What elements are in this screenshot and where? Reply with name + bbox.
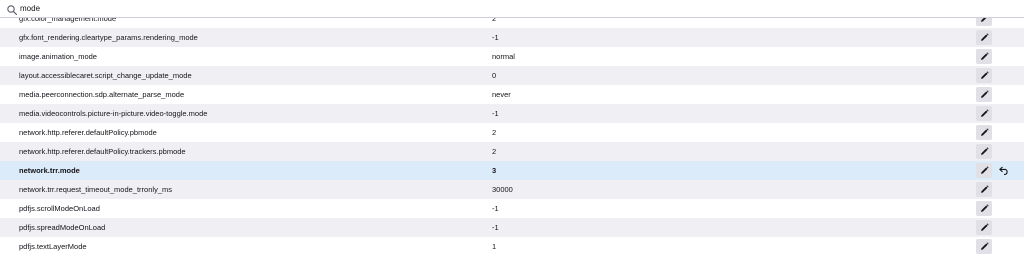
pref-name: layout.accessiblecaret.script_change_upd… bbox=[19, 71, 192, 80]
edit-button[interactable] bbox=[976, 239, 992, 254]
pencil-icon bbox=[980, 128, 989, 137]
pref-value: 0 bbox=[492, 71, 497, 80]
preferences-table: gfx.color_management.mode 2 gfx.font_rende… bbox=[0, 9, 1024, 256]
table-row[interactable]: media.peerconnection.sdp.alternate_parse… bbox=[0, 85, 1024, 104]
pencil-icon bbox=[980, 185, 989, 194]
pref-value: -1 bbox=[492, 204, 499, 213]
pref-value: -1 bbox=[492, 223, 499, 232]
pencil-icon bbox=[980, 90, 989, 99]
pref-value: -1 bbox=[492, 109, 499, 118]
table-row[interactable]: network.trr.request_timeout_mode_trronly… bbox=[0, 180, 1024, 199]
pref-name: network.http.referer.defaultPolicy.pbmod… bbox=[19, 128, 157, 137]
search-icon bbox=[6, 3, 18, 16]
pencil-icon bbox=[980, 242, 989, 251]
edit-button[interactable] bbox=[976, 30, 992, 45]
edit-button[interactable] bbox=[976, 49, 992, 64]
pencil-icon bbox=[980, 147, 989, 156]
pref-name: network.trr.request_timeout_mode_trronly… bbox=[19, 185, 172, 194]
pencil-icon bbox=[980, 71, 989, 80]
pref-name: media.videocontrols.picture-in-picture.v… bbox=[19, 109, 208, 118]
edit-button[interactable] bbox=[976, 144, 992, 159]
pref-value: never bbox=[492, 90, 511, 99]
pencil-icon bbox=[980, 166, 989, 175]
pencil-icon bbox=[980, 33, 989, 42]
table-row[interactable]: gfx.font_rendering.cleartype_params.rend… bbox=[0, 28, 1024, 47]
pref-value: -1 bbox=[492, 33, 499, 42]
pref-value: 3 bbox=[492, 166, 497, 175]
table-row[interactable]: pdfjs.scrollModeOnLoad -1 bbox=[0, 199, 1024, 218]
pencil-icon bbox=[980, 223, 989, 232]
pencil-icon bbox=[980, 109, 989, 118]
search-bar bbox=[0, 0, 1024, 18]
edit-button[interactable] bbox=[976, 220, 992, 235]
pref-name: network.trr.mode bbox=[19, 166, 80, 175]
edit-button[interactable] bbox=[976, 163, 992, 178]
pref-name: pdfjs.scrollModeOnLoad bbox=[19, 204, 100, 213]
pref-value: 2 bbox=[492, 128, 497, 137]
pref-value: 1 bbox=[492, 242, 497, 251]
table-row[interactable]: media.videocontrols.picture-in-picture.v… bbox=[0, 104, 1024, 123]
pref-value: 2 bbox=[492, 147, 497, 156]
reset-arrow-icon bbox=[999, 166, 1009, 175]
edit-button[interactable] bbox=[976, 201, 992, 216]
pref-name: image.animation_mode bbox=[19, 52, 97, 61]
table-row[interactable]: network.http.referer.defaultPolicy.track… bbox=[0, 142, 1024, 161]
pref-name: pdfjs.textLayerMode bbox=[19, 242, 87, 251]
table-row[interactable]: network.trr.mode 3 bbox=[0, 161, 1024, 180]
pencil-icon bbox=[980, 204, 989, 213]
pencil-icon bbox=[980, 52, 989, 61]
pref-name: gfx.font_rendering.cleartype_params.rend… bbox=[19, 33, 198, 42]
edit-button[interactable] bbox=[976, 106, 992, 121]
pref-name: network.http.referer.defaultPolicy.track… bbox=[19, 147, 186, 156]
pref-name: media.peerconnection.sdp.alternate_parse… bbox=[19, 90, 185, 99]
edit-button[interactable] bbox=[976, 68, 992, 83]
edit-button[interactable] bbox=[976, 87, 992, 102]
pref-value: 30000 bbox=[492, 185, 513, 194]
reset-button[interactable] bbox=[996, 163, 1012, 178]
table-row[interactable]: image.animation_mode normal bbox=[0, 47, 1024, 66]
table-row[interactable]: pdfjs.spreadModeOnLoad -1 bbox=[0, 218, 1024, 237]
edit-button[interactable] bbox=[976, 182, 992, 197]
table-row[interactable]: pdfjs.textLayerMode 1 bbox=[0, 237, 1024, 256]
table-row[interactable]: network.http.referer.defaultPolicy.pbmod… bbox=[0, 123, 1024, 142]
edit-button[interactable] bbox=[976, 125, 992, 140]
pref-value: normal bbox=[492, 52, 515, 61]
search-input[interactable] bbox=[18, 1, 1010, 16]
pref-name: pdfjs.spreadModeOnLoad bbox=[19, 223, 106, 232]
table-row[interactable]: layout.accessiblecaret.script_change_upd… bbox=[0, 66, 1024, 85]
